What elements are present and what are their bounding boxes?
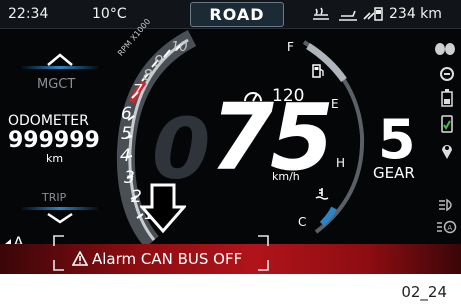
rpm-tick-5: 5	[121, 124, 132, 144]
service-icon	[440, 67, 454, 81]
gear-value: 5	[378, 108, 416, 171]
fuel-pump-icon	[312, 64, 324, 78]
cruise-control-icon	[244, 92, 262, 102]
rpm-tick-4: 4	[120, 146, 131, 166]
rpm-tick-10: 10	[171, 40, 188, 55]
battery-icon	[441, 89, 453, 107]
alarm-frame-corners	[53, 235, 269, 271]
rpm-tick-7: 7	[133, 81, 143, 99]
rpm-tick-8: 8	[143, 66, 153, 84]
speed-ghost-digit: 0	[152, 100, 211, 198]
fog-light-icon	[439, 198, 452, 212]
fuel-range-icon	[363, 7, 383, 21]
speed-unit: km/h	[272, 170, 300, 183]
clock: 22:34	[8, 6, 49, 22]
device-connected-icon	[441, 115, 453, 133]
heated-grip-left-icon	[313, 7, 329, 20]
trip-label: TRIP	[42, 191, 67, 204]
mgct-up-arrow-icon[interactable]	[46, 53, 74, 67]
rpm-tick-6: 6	[121, 104, 132, 124]
auto-headlight-icon: A	[437, 220, 457, 234]
fuel-empty-label: E	[331, 97, 339, 111]
temp-cold-label: C	[298, 215, 307, 229]
tire-pressure-icon	[435, 43, 455, 55]
temp-hot-label: H	[336, 156, 346, 170]
mgct-divider	[18, 66, 102, 69]
figure-caption: 02_24	[401, 283, 447, 301]
odometer-value: 999999	[8, 128, 100, 153]
location-pin-icon	[442, 145, 452, 159]
fuel-range: 234 km	[389, 6, 442, 22]
odometer-label: ODOMETER	[8, 113, 89, 129]
coolant-temperature-icon	[315, 188, 329, 200]
fuel-full-label: F	[287, 40, 294, 54]
trip-divider	[18, 207, 102, 210]
riding-mode-label: ROAD	[209, 5, 265, 24]
odometer-unit: km	[46, 152, 64, 165]
rpm-tick-9: 9	[154, 52, 164, 70]
rpm-tick-3: 3	[124, 168, 135, 188]
gear-label: GEAR	[373, 164, 415, 182]
svg-text:A: A	[447, 224, 452, 232]
ambient-temperature: 10°C	[92, 6, 127, 22]
trip-down-arrow-icon[interactable]	[46, 212, 74, 224]
mgct-label: MGCT	[37, 77, 76, 92]
riding-mode-selector[interactable]: ROAD	[190, 2, 284, 27]
dashboard-screen: 22:34 10°C ROAD 234 km MGCT ODOMETER 999…	[0, 0, 461, 274]
heated-seat-icon	[339, 10, 357, 21]
fuel-temp-gauge-arc	[302, 40, 365, 234]
status-bar: 22:34 10°C ROAD 234 km	[0, 0, 461, 29]
